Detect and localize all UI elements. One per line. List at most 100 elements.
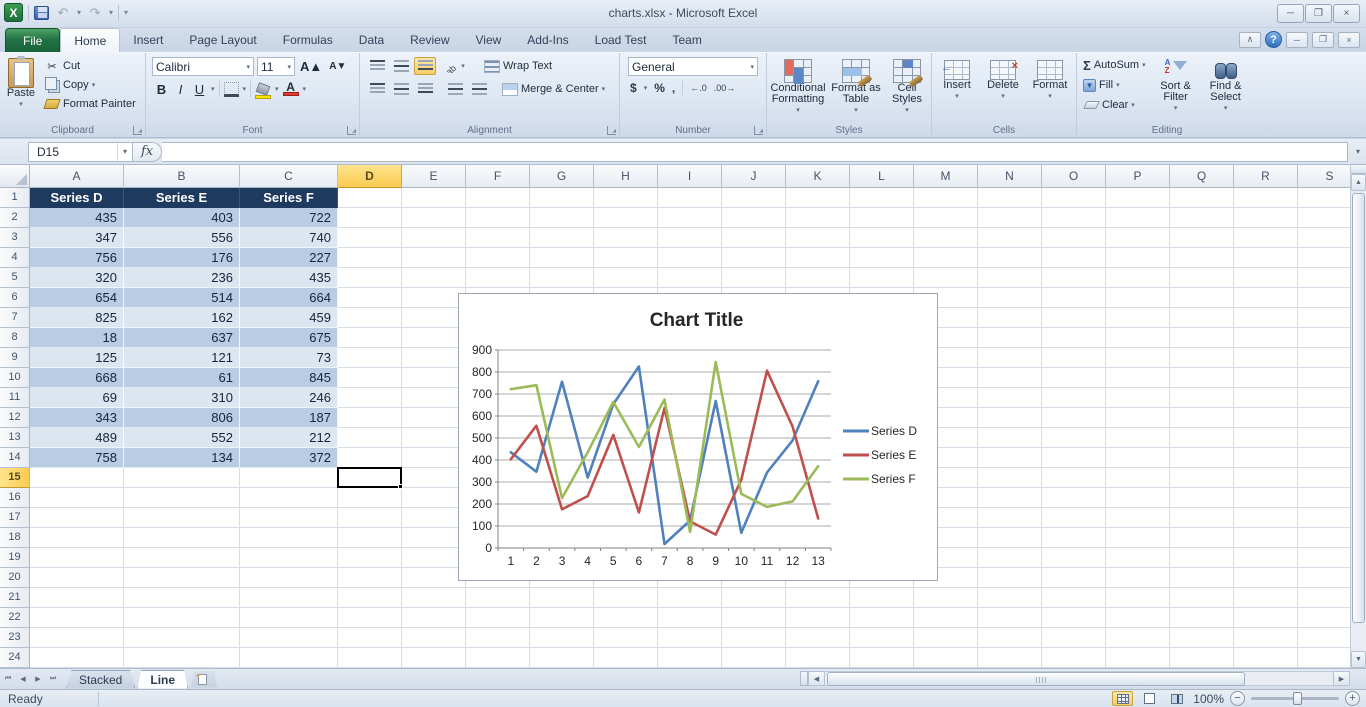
table-cell[interactable]: 18: [30, 328, 124, 348]
table-cell[interactable]: 758: [30, 448, 124, 468]
clear-button[interactable]: Clear▾: [1081, 96, 1148, 114]
ribbon-tab-load-test[interactable]: Load Test: [582, 28, 660, 52]
insert-function-icon[interactable]: fx: [141, 144, 153, 159]
selected-cell-D15[interactable]: [337, 467, 402, 488]
table-header-cell[interactable]: Series D: [30, 188, 124, 208]
vertical-scroll-thumb[interactable]: [1352, 193, 1365, 623]
scroll-down-icon[interactable]: ▼: [1351, 651, 1366, 668]
grow-font-button[interactable]: A▲: [298, 57, 324, 75]
column-header-N[interactable]: N: [978, 165, 1042, 188]
table-cell[interactable]: 347: [30, 228, 124, 248]
align-right-button[interactable]: [414, 80, 436, 98]
autosum-button[interactable]: Σ AutoSum▾: [1081, 56, 1148, 74]
ribbon-tab-page-layout[interactable]: Page Layout: [176, 28, 269, 52]
split-handle[interactable]: [800, 671, 808, 686]
number-format-select[interactable]: General▾: [628, 57, 758, 76]
table-cell[interactable]: 654: [30, 288, 124, 308]
row-header-11[interactable]: 11: [0, 388, 30, 408]
ribbon-tab-view[interactable]: View: [463, 28, 515, 52]
table-cell[interactable]: 722: [240, 208, 338, 228]
sheet-tab-line[interactable]: Line: [137, 670, 188, 689]
paste-button[interactable]: Paste▾: [0, 55, 42, 113]
vertical-scrollbar[interactable]: ▲ ▼: [1350, 165, 1366, 668]
close-button[interactable]: ×: [1333, 4, 1360, 23]
fill-handle[interactable]: [398, 484, 403, 489]
alignment-dialog-launcher[interactable]: [607, 126, 616, 135]
format-painter-button[interactable]: Format Painter: [42, 95, 138, 113]
table-cell[interactable]: 740: [240, 228, 338, 248]
zoom-slider[interactable]: [1251, 697, 1339, 700]
zoom-in-button[interactable]: +: [1345, 691, 1360, 706]
table-header-cell[interactable]: Series F: [240, 188, 338, 208]
fill-color-dropdown-icon[interactable]: ▾: [275, 85, 279, 93]
row-header-7[interactable]: 7: [0, 308, 30, 328]
column-header-R[interactable]: R: [1234, 165, 1298, 188]
accounting-format-button[interactable]: $: [630, 81, 637, 95]
sheet-tab-stacked[interactable]: Stacked: [66, 670, 135, 689]
sort-filter-button[interactable]: AZ Sort & Filter▾: [1154, 56, 1198, 114]
borders-dropdown-icon[interactable]: ▾: [243, 85, 247, 93]
column-header-K[interactable]: K: [786, 165, 850, 188]
column-header-L[interactable]: L: [850, 165, 914, 188]
ribbon-tab-data[interactable]: Data: [346, 28, 397, 52]
zoom-level[interactable]: 100%: [1193, 692, 1224, 706]
table-cell[interactable]: 121: [124, 348, 240, 368]
first-sheet-icon[interactable]: ⏮: [1, 672, 15, 687]
previous-sheet-icon[interactable]: ◀: [16, 672, 30, 687]
row-header-3[interactable]: 3: [0, 228, 30, 248]
page-layout-view-button[interactable]: [1139, 691, 1160, 706]
decrease-decimal-button[interactable]: .00→: [714, 83, 736, 93]
table-cell[interactable]: 675: [240, 328, 338, 348]
column-header-C[interactable]: C: [240, 165, 338, 188]
chart-object[interactable]: Chart Title01002003004005006007008009001…: [458, 293, 938, 581]
ribbon-tab-review[interactable]: Review: [397, 28, 462, 52]
ribbon-tab-formulas[interactable]: Formulas: [270, 28, 346, 52]
row-header-9[interactable]: 9: [0, 348, 30, 368]
insert-cells-button[interactable]: ← Insert▾: [937, 57, 977, 102]
shrink-font-button[interactable]: A▼: [327, 57, 348, 75]
zoom-slider-thumb[interactable]: [1293, 692, 1302, 705]
last-sheet-icon[interactable]: ⏭: [46, 672, 60, 687]
normal-view-button[interactable]: [1112, 691, 1133, 706]
font-color-icon[interactable]: A: [283, 81, 299, 97]
table-cell[interactable]: 637: [124, 328, 240, 348]
select-all-button[interactable]: [0, 165, 30, 188]
row-header-8[interactable]: 8: [0, 328, 30, 348]
table-cell[interactable]: 61: [124, 368, 240, 388]
expand-formula-bar-icon[interactable]: ▾: [1350, 147, 1366, 156]
table-cell[interactable]: 556: [124, 228, 240, 248]
fill-button[interactable]: ▼ Fill▾: [1081, 76, 1148, 94]
column-header-O[interactable]: O: [1042, 165, 1106, 188]
italic-button[interactable]: I: [173, 82, 188, 97]
cell-styles-button[interactable]: Cell Styles▾: [885, 56, 929, 116]
column-header-D[interactable]: D: [338, 165, 402, 188]
column-header-H[interactable]: H: [594, 165, 658, 188]
insert-worksheet-button[interactable]: ✦: [191, 671, 217, 688]
table-cell[interactable]: 212: [240, 428, 338, 448]
font-size-select[interactable]: 11▾: [257, 57, 295, 76]
table-cell[interactable]: 227: [240, 248, 338, 268]
table-cell[interactable]: 514: [124, 288, 240, 308]
ribbon-tab-home[interactable]: Home: [60, 28, 120, 52]
merge-center-button[interactable]: Merge & Center ▾: [500, 80, 607, 98]
column-header-J[interactable]: J: [722, 165, 786, 188]
column-header-G[interactable]: G: [530, 165, 594, 188]
table-cell[interactable]: 69: [30, 388, 124, 408]
underline-dropdown-icon[interactable]: ▾: [211, 85, 215, 93]
table-cell[interactable]: 825: [30, 308, 124, 328]
ribbon-tab-add-ins[interactable]: Add-Ins: [514, 28, 581, 52]
row-header-18[interactable]: 18: [0, 528, 30, 548]
conditional-formatting-button[interactable]: Conditional Formatting▾: [769, 56, 827, 116]
font-dialog-launcher[interactable]: [347, 126, 356, 135]
align-left-button[interactable]: [366, 80, 388, 98]
table-header-cell[interactable]: Series E: [124, 188, 240, 208]
ribbon-tab-team[interactable]: Team: [659, 28, 714, 52]
column-header-E[interactable]: E: [402, 165, 466, 188]
table-cell[interactable]: 668: [30, 368, 124, 388]
align-middle-button[interactable]: [390, 57, 412, 75]
row-header-10[interactable]: 10: [0, 368, 30, 388]
table-cell[interactable]: 552: [124, 428, 240, 448]
borders-icon[interactable]: [224, 82, 239, 97]
table-cell[interactable]: 372: [240, 448, 338, 468]
find-select-button[interactable]: Find & Select▾: [1204, 56, 1248, 114]
